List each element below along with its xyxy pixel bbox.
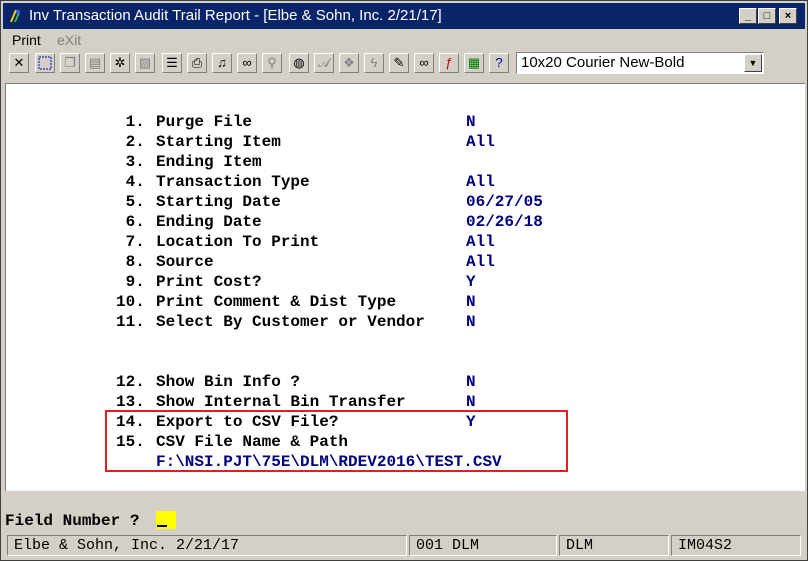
maximize-button[interactable]: □ xyxy=(758,8,776,24)
window-title: Inv Transaction Audit Trail Report - [El… xyxy=(29,7,442,24)
app-icon xyxy=(10,10,20,22)
app-window: Inv Transaction Audit Trail Report - [El… xyxy=(0,0,808,561)
field-label: Print Comment & Dist Type xyxy=(156,293,397,311)
field-number: 3. xyxy=(116,153,145,171)
lightning-icon[interactable]: ϟ xyxy=(364,53,384,73)
settings-icon[interactable]: ✲ xyxy=(110,53,130,73)
status-company: Elbe & Sohn, Inc. 2/21/17 xyxy=(7,535,407,556)
field-number: 12. xyxy=(116,373,145,391)
field-number: 4. xyxy=(116,173,145,191)
field-number: 7. xyxy=(116,233,145,251)
field-value[interactable]: N xyxy=(466,292,476,312)
csv-highlight-box xyxy=(105,410,568,472)
field-value[interactable]: 06/27/05 xyxy=(466,192,543,212)
chevron-down-icon[interactable]: ▼ xyxy=(744,54,762,72)
print-setup-icon[interactable]: ⎙ xyxy=(187,53,207,73)
minimize-button[interactable]: _ xyxy=(739,8,757,24)
status-program: IM04S2 xyxy=(671,535,801,556)
properties-icon[interactable]: ▧ xyxy=(135,53,155,73)
field-number: 11. xyxy=(116,313,145,331)
field-value[interactable]: N xyxy=(466,112,476,132)
field-value[interactable]: N xyxy=(466,312,476,332)
field-number: 9. xyxy=(116,273,145,291)
field-number: 1. xyxy=(116,113,145,131)
list-icon[interactable]: ☰ xyxy=(162,53,182,73)
field-number: 2. xyxy=(116,133,145,151)
terminal-screen[interactable]: 1. Purge File N 2. Starting Item All 3. Endin… xyxy=(5,83,805,530)
field-label: Purge File xyxy=(156,113,253,131)
field-value[interactable]: All xyxy=(466,172,495,192)
field-value[interactable]: N xyxy=(466,372,476,392)
help-icon[interactable]: ? xyxy=(489,53,509,73)
field-label: Ending Item xyxy=(156,153,262,171)
bell-icon[interactable]: ♫ xyxy=(212,53,232,73)
select-icon[interactable] xyxy=(35,53,55,73)
status-session: 001 DLM xyxy=(409,535,557,556)
font-select[interactable]: 10x20 Courier New-Bold ▼ xyxy=(516,52,764,74)
globe-icon[interactable]: ◍ xyxy=(289,53,309,73)
field-number: 6. xyxy=(116,213,145,231)
field-label: Source xyxy=(156,253,214,271)
field-number-prompt: Field Number ? xyxy=(5,512,140,530)
close-icon[interactable]: ✕ xyxy=(9,53,29,73)
binoculars-icon[interactable]: ∞ xyxy=(237,53,257,73)
field-number: 13. xyxy=(116,393,145,411)
copy-icon[interactable]: ❐ xyxy=(60,53,80,73)
menu-exit[interactable]: eXit xyxy=(57,31,81,49)
field-label: Show Bin Info ? xyxy=(156,373,301,391)
calculator-icon[interactable]: ▦ xyxy=(464,53,484,73)
field-value[interactable]: All xyxy=(466,232,495,252)
close-button[interactable]: × xyxy=(779,8,797,24)
field-label: Starting Item xyxy=(156,133,281,151)
status-user: DLM xyxy=(559,535,669,556)
menu-print[interactable]: Print xyxy=(12,31,41,49)
field-value[interactable]: N xyxy=(466,392,476,412)
font-icon[interactable]: 𝒜 xyxy=(314,53,334,73)
toolbar: ✕ ❐ ▤ ✲ ▧ ☰ ⎙ ♫ ∞ ⚲ ◍ 𝒜 ❖ ϟ ✎ ∞ ƒ ▦ ? 10… xyxy=(3,50,805,78)
color-icon[interactable]: ❖ xyxy=(339,53,359,73)
script-icon[interactable]: ✎ xyxy=(389,53,409,73)
title-bar[interactable]: Inv Transaction Audit Trail Report - [El… xyxy=(3,3,805,29)
field-number: 5. xyxy=(116,193,145,211)
field-label: Select By Customer or Vendor xyxy=(156,313,425,331)
field-label: Starting Date xyxy=(156,193,281,211)
field-label: Show Internal Bin Transfer xyxy=(156,393,406,411)
field-label: Print Cost? xyxy=(156,273,262,291)
menu-bar: Print eXit xyxy=(3,30,805,50)
link-icon[interactable]: ∞ xyxy=(414,53,434,73)
field-value[interactable]: All xyxy=(466,252,495,272)
font-select-value: 10x20 Courier New-Bold xyxy=(521,54,685,71)
zoom-icon[interactable]: ⚲ xyxy=(262,53,282,73)
field-value[interactable]: All xyxy=(466,132,495,152)
field-value[interactable]: 02/26/18 xyxy=(466,212,543,232)
field-number: 10. xyxy=(116,293,145,311)
field-label: Location To Print xyxy=(156,233,320,251)
paste-icon[interactable]: ▤ xyxy=(85,53,105,73)
field-label: Transaction Type xyxy=(156,173,310,191)
status-bar: Elbe & Sohn, Inc. 2/21/17 001 DLM DLM IM… xyxy=(3,534,805,558)
cursor-underline xyxy=(157,525,167,527)
field-label: Ending Date xyxy=(156,213,262,231)
function-icon[interactable]: ƒ xyxy=(439,53,459,73)
field-value[interactable]: Y xyxy=(466,272,476,292)
field-number: 8. xyxy=(116,253,145,271)
